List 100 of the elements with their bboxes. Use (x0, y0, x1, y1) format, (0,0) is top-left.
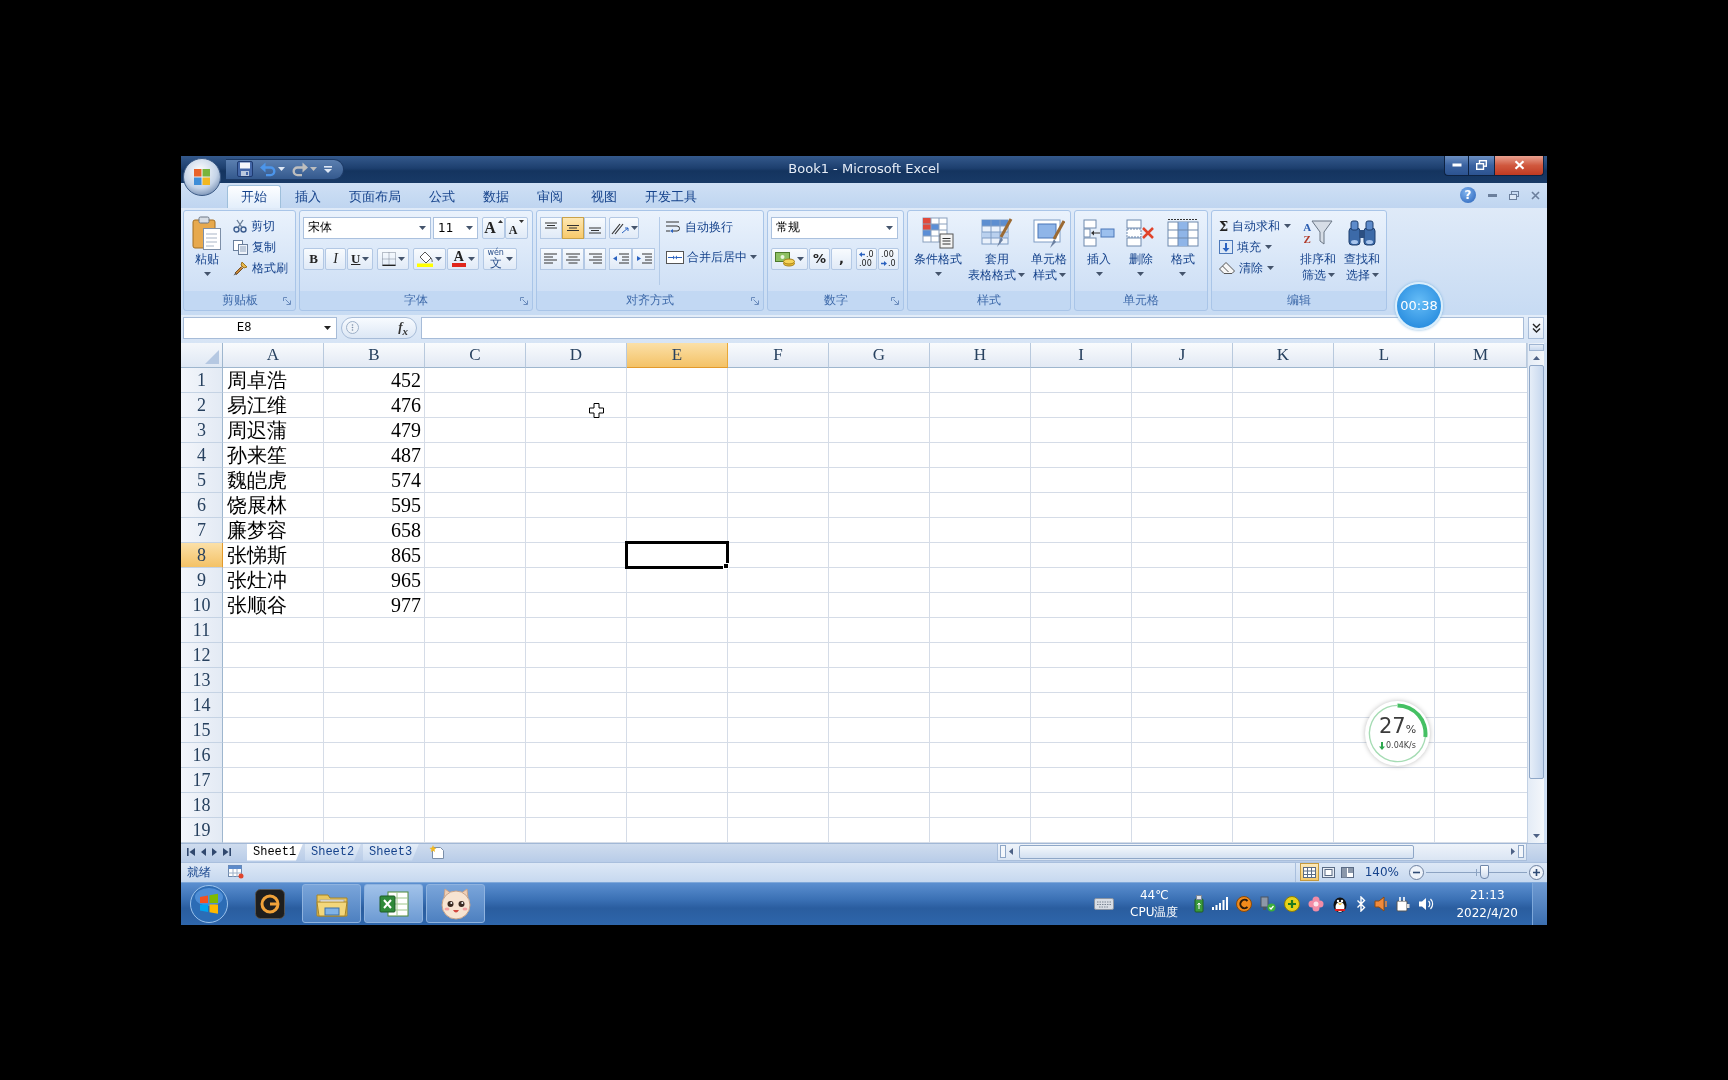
start-orb-icon[interactable] (190, 884, 228, 923)
number-format-field[interactable]: 常规 (771, 216, 898, 239)
column-header[interactable]: G (829, 342, 930, 368)
row-header[interactable]: 6 (181, 492, 223, 518)
clear-button[interactable]: 清除 (1215, 257, 1296, 279)
row-header[interactable]: 19 (181, 817, 223, 843)
new-sheet-icon[interactable] (429, 844, 445, 859)
sort-filter-button[interactable]: A Z 排序和 筛选 (1297, 212, 1340, 291)
horizontal-scrollbar[interactable] (997, 843, 1527, 861)
phonetic-guide-button[interactable]: wén 文 (483, 247, 517, 270)
copy-button[interactable]: 复制 (229, 236, 292, 258)
wrap-text-button[interactable]: 自动换行 (664, 216, 759, 238)
row-header[interactable]: 11 (181, 617, 223, 643)
left-align-button[interactable] (540, 247, 562, 270)
row-header[interactable]: 13 (181, 667, 223, 693)
split-handle[interactable] (1528, 343, 1544, 351)
row-header[interactable]: 9 (181, 567, 223, 593)
slider-thumb[interactable] (1479, 865, 1489, 879)
font-name-field[interactable]: 宋体 (303, 216, 431, 239)
network-check-icon[interactable] (1260, 895, 1277, 912)
font-size-field[interactable]: 11 (433, 216, 478, 239)
fill-handle[interactable] (723, 562, 729, 569)
bluetooth-icon[interactable] (1356, 895, 1367, 912)
accounting-format-button[interactable] (771, 247, 808, 270)
scroll-up-icon[interactable] (1532, 355, 1540, 360)
ribbon-tab[interactable]: 插入 (281, 184, 335, 208)
right-align-button[interactable] (584, 247, 606, 270)
row-header[interactable]: 17 (181, 767, 223, 793)
taskbar-button[interactable] (364, 884, 423, 923)
format-as-table-button[interactable]: 套用 表格格式 (965, 212, 1028, 291)
decrease-indent-button[interactable] (609, 247, 632, 270)
undo-button[interactable] (259, 160, 286, 178)
ribbon-tab[interactable]: 视图 (577, 184, 631, 208)
column-header[interactable]: H (930, 342, 1031, 368)
row-header[interactable]: 7 (181, 517, 223, 543)
column-header[interactable]: B (324, 342, 425, 368)
restore-icon[interactable] (1509, 190, 1519, 200)
shrink-font-button[interactable]: A (505, 216, 528, 239)
row-header[interactable]: 5 (181, 467, 223, 493)
keyboard-icon[interactable] (1094, 897, 1115, 910)
column-header[interactable]: C (425, 342, 526, 368)
cell-styles-button[interactable]: 单元格 样式 (1028, 212, 1070, 291)
zoom-out-icon[interactable] (1409, 864, 1424, 880)
ribbon-tab[interactable]: 公式 (415, 184, 469, 208)
first-sheet-icon[interactable] (187, 848, 195, 856)
taskbar-button[interactable] (302, 884, 361, 923)
italic-button[interactable]: I (325, 247, 346, 270)
row-header[interactable]: 15 (181, 717, 223, 743)
font-color-button[interactable]: A (447, 247, 480, 270)
find-select-button[interactable]: 查找和 选择 (1341, 212, 1384, 291)
ribbon-tab[interactable]: 数据 (469, 184, 523, 208)
minimize-button[interactable] (1444, 155, 1468, 176)
autosum-button[interactable]: Σ 自动求和 (1215, 215, 1296, 237)
center-align-button[interactable] (562, 247, 584, 270)
row-header[interactable]: 12 (181, 642, 223, 668)
plus-circle-icon[interactable] (1284, 895, 1301, 912)
paste-button[interactable]: 粘贴 (187, 212, 227, 291)
zoom-slider[interactable] (1426, 864, 1527, 880)
row-header[interactable]: 8 (181, 542, 223, 568)
sheet-tab[interactable]: Sheet3 (363, 843, 419, 861)
scroll-left-icon[interactable] (1009, 848, 1013, 855)
row-header[interactable]: 10 (181, 592, 223, 618)
column-header[interactable]: M (1435, 342, 1527, 368)
scroll-right-icon[interactable] (1511, 848, 1515, 855)
insert-cells-button[interactable]: 插入 (1080, 212, 1119, 291)
open-ring-icon[interactable] (1236, 895, 1253, 912)
row-header[interactable]: 2 (181, 392, 223, 418)
ribbon-tab[interactable]: 审阅 (523, 184, 577, 208)
comma-style-button[interactable]: , (831, 247, 852, 270)
row-header[interactable]: 14 (181, 692, 223, 718)
sheet-tab[interactable]: Sheet1 (247, 843, 303, 861)
ribbon-tab[interactable]: 页面布局 (335, 184, 415, 208)
row-header[interactable]: 16 (181, 742, 223, 768)
usb-drive-icon[interactable] (1194, 894, 1205, 913)
row-header[interactable]: 3 (181, 417, 223, 443)
next-sheet-icon[interactable] (212, 848, 217, 856)
column-header[interactable]: J (1132, 342, 1233, 368)
borders-button[interactable] (377, 247, 410, 270)
increase-decimal-button[interactable]: .0 .00 (856, 247, 877, 270)
signal-bars-icon[interactable] (1212, 897, 1229, 910)
column-header[interactable]: K (1233, 342, 1334, 368)
row-header[interactable]: 4 (181, 442, 223, 468)
scrollbar-thumb[interactable] (1019, 844, 1414, 859)
text-orientation-button[interactable] (609, 216, 639, 239)
speaker-icon[interactable] (1374, 895, 1389, 912)
previous-sheet-icon[interactable] (201, 848, 206, 856)
fill-color-button[interactable] (413, 247, 447, 270)
ribbon-tab[interactable]: 开始 (227, 184, 281, 208)
column-header[interactable]: D (526, 342, 627, 368)
column-header[interactable]: F (728, 342, 829, 368)
format-cells-button[interactable]: 格式 (1163, 212, 1202, 291)
format-painter-button[interactable]: 格式刷 (229, 257, 292, 279)
save-button[interactable] (236, 160, 254, 178)
column-header[interactable]: I (1031, 342, 1132, 368)
plug-icon[interactable] (1396, 895, 1411, 912)
scroll-down-icon[interactable] (1532, 833, 1540, 838)
scrollbar-thumb[interactable] (1528, 364, 1544, 779)
cut-button[interactable]: 剪切 (229, 215, 292, 237)
expand-formula-button[interactable] (1528, 316, 1544, 339)
increase-indent-button[interactable] (632, 247, 655, 270)
